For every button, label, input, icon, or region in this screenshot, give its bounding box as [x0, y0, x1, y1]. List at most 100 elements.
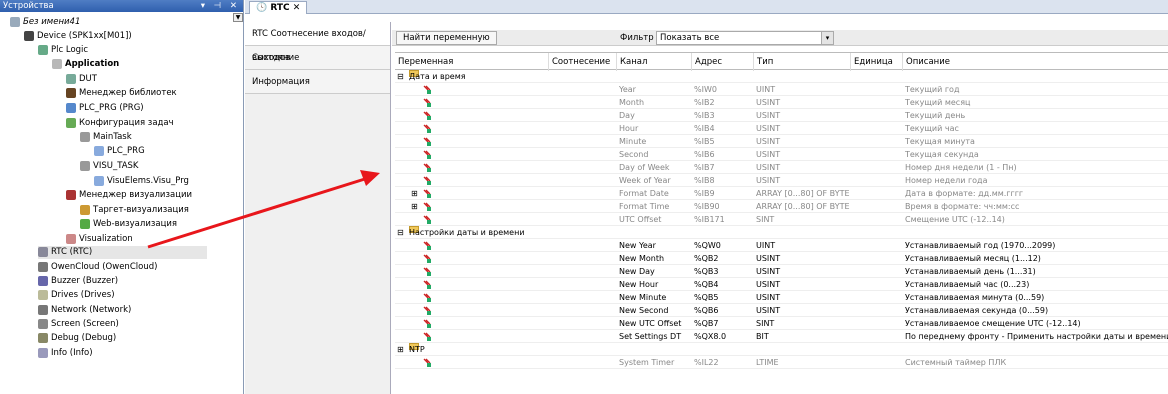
type-cell: USINT	[756, 111, 781, 120]
col-channel[interactable]: Канал	[616, 53, 691, 71]
tree-item-3[interactable]: Application	[52, 58, 119, 71]
table-row[interactable]: Week of Year %IB8 USINT Номер недели года	[395, 174, 1168, 187]
tree-item-label: VisuElems.Visu_Prg	[107, 176, 189, 186]
channel-cell: New Second	[619, 306, 669, 315]
channel-cell: System Timer	[619, 358, 675, 367]
table-row[interactable]: ⊞ Format Time %IB90 ARRAY [0...80] OF BYTE В…	[395, 200, 1168, 213]
expand-icon[interactable]: ⊞	[411, 200, 418, 213]
table-row[interactable]: System Timer %IL22 LTIME Системный таймер П…	[395, 356, 1168, 369]
table-row[interactable]: New Month %QB2 USINT Устанавливаемый месяц …	[395, 252, 1168, 265]
variable-icon	[423, 265, 432, 278]
col-type[interactable]: Тип	[753, 53, 850, 71]
panel-controls[interactable]: ▾ ⊣ ✕	[201, 0, 240, 12]
tree-item-20[interactable]: Network (Network)	[38, 304, 131, 317]
channel-cell: New UTC Offset	[619, 319, 682, 328]
table-row[interactable]: Set Settings DT %QX8.0 BIT По переднему фро…	[395, 330, 1168, 343]
chevron-down-icon[interactable]: ▾	[821, 32, 833, 44]
tree-item-9[interactable]: PLC_PRG	[94, 145, 145, 158]
type-cell: USINT	[756, 150, 781, 159]
table-row[interactable]: Month %IB2 USINT Текущий месяц	[395, 96, 1168, 109]
table-row[interactable]: Day of Week %IB7 USINT Номер дня недели (1 …	[395, 161, 1168, 174]
table-row[interactable]: Minute %IB5 USINT Текущая минута	[395, 135, 1168, 148]
editor-side-tabs: RTC Соотнесение входов/выходов Состояние…	[245, 22, 391, 394]
table-row[interactable]: Second %IB6 USINT Текущая секунда	[395, 148, 1168, 161]
table-row[interactable]: Hour %IB4 USINT Текущий час	[395, 122, 1168, 135]
tree-item-0[interactable]: Без имени41	[10, 16, 80, 29]
group-row[interactable]: ⊟ Настройки даты и времени	[395, 226, 1168, 239]
tree-item-4[interactable]: DUT	[66, 73, 97, 86]
tree-item-18[interactable]: Buzzer (Buzzer)	[38, 275, 118, 288]
col-description[interactable]: Описание	[902, 53, 1168, 71]
tree-dropdown-button[interactable]: ▼	[233, 13, 243, 22]
address-cell: %IB6	[694, 150, 715, 159]
tree-item-22[interactable]: Debug (Debug)	[38, 332, 116, 345]
clock-icon: 🕓	[256, 3, 268, 13]
tree-item-16[interactable]: RTC (RTC)	[38, 246, 207, 259]
tree-item-13[interactable]: Таргет-визуализация	[80, 204, 189, 217]
variable-icon	[423, 96, 432, 109]
tree-item-15[interactable]: Visualization	[66, 233, 133, 246]
tree-item-6[interactable]: PLC_PRG (PRG)	[66, 102, 144, 115]
tree-item-23[interactable]: Info (Info)	[38, 347, 93, 360]
collapse-icon[interactable]: ⊟	[397, 70, 404, 83]
filter-select[interactable]: Показать все ▾	[656, 31, 834, 45]
tree-item-2[interactable]: Plc Logic	[38, 44, 88, 57]
variable-icon	[423, 187, 432, 200]
tree-item-21[interactable]: Screen (Screen)	[38, 318, 119, 331]
table-row[interactable]: New UTC Offset %QB7 SINT Устанавливаемое см…	[395, 317, 1168, 330]
io-mapping-table: Переменная Соотнесение Канал Адрес Тип Е…	[395, 52, 1168, 369]
tree-item-label: Network (Network)	[51, 305, 132, 315]
table-row[interactable]: New Second %QB6 USINT Устанавливаемая секун…	[395, 304, 1168, 317]
tree-item-1[interactable]: Device (SPK1xx[M01])	[24, 30, 132, 43]
tree-item-11[interactable]: VisuElems.Visu_Prg	[94, 175, 189, 188]
tree-item-label: Web-визуализация	[93, 219, 177, 229]
channel-cell: New Day	[619, 267, 655, 276]
col-variable[interactable]: Переменная	[395, 53, 548, 71]
tree-item-19[interactable]: Drives (Drives)	[38, 289, 115, 302]
group-row[interactable]: ⊟ Дата и время	[395, 70, 1168, 83]
tab-information[interactable]: Информация	[245, 70, 390, 94]
col-mapping[interactable]: Соотнесение	[548, 53, 616, 71]
tree-item-5[interactable]: Менеджер библиотек	[66, 87, 177, 100]
table-row[interactable]: ⊞ Format Date %IB9 ARRAY [0...80] OF BYTE Да…	[395, 187, 1168, 200]
description-cell: Устанавливаемая секунда (0...59)	[905, 306, 1049, 315]
group-row[interactable]: ⊞ NTP	[395, 343, 1168, 356]
col-address[interactable]: Адрес	[691, 53, 753, 71]
table-row[interactable]: UTC Offset %IB171 SINT Смещение UTC (-12..1…	[395, 213, 1168, 226]
tree-item-label: RTC (RTC)	[51, 247, 93, 257]
table-row[interactable]: Year %IW0 UINT Текущий год	[395, 83, 1168, 96]
channel-cell: New Month	[619, 254, 665, 263]
tree-item-label: Info (Info)	[51, 348, 93, 358]
tab-status[interactable]: Состояние	[245, 46, 390, 70]
tab-rtc[interactable]: 🕓 RTC ✕	[249, 1, 308, 14]
variable-icon	[423, 161, 432, 174]
variable-icon	[423, 213, 432, 226]
table-row[interactable]: Day %IB3 USINT Текущий день	[395, 109, 1168, 122]
table-row[interactable]: New Minute %QB5 USINT Устанавливаемая минут…	[395, 291, 1168, 304]
variable-icon	[423, 356, 432, 369]
tree-item-10[interactable]: VISU_TASK	[80, 160, 139, 173]
table-row[interactable]: New Year %QW0 UINT Устанавливаемый год (197…	[395, 239, 1168, 252]
tree-item-17[interactable]: OwenCloud (OwenCloud)	[38, 261, 157, 274]
col-unit[interactable]: Единица	[850, 53, 902, 71]
find-variable-button[interactable]: Найти переменную	[396, 31, 497, 45]
variable-icon	[423, 239, 432, 252]
close-icon[interactable]: ✕	[293, 3, 301, 13]
table-body: ⊟ Дата и время Year %IW0 UINT Текущий год Mont…	[395, 70, 1168, 369]
table-row[interactable]: New Hour %QB4 USINT Устанавливаемый час (0.…	[395, 278, 1168, 291]
tree-item-12[interactable]: Менеджер визуализации	[66, 189, 192, 202]
task-icon	[80, 160, 90, 171]
cloud-icon	[38, 261, 48, 272]
tree-item-7[interactable]: Конфигурация задач	[66, 117, 174, 130]
collapse-icon[interactable]: ⊟	[397, 226, 404, 239]
tree-item-8[interactable]: MainTask	[80, 131, 132, 144]
tree-item-14[interactable]: Web-визуализация	[80, 218, 177, 231]
table-row[interactable]: New Day %QB3 USINT Устанавливаемый день (1.…	[395, 265, 1168, 278]
expand-icon[interactable]: ⊞	[397, 343, 404, 356]
description-cell: Номер дня недели (1 - Пн)	[905, 163, 1017, 172]
tab-io-mapping[interactable]: RTC Соотнесение входов/выходов	[245, 22, 390, 63]
mapping-toolbar: Найти переменную Фильтр Показать все ▾	[392, 30, 1168, 46]
type-cell: USINT	[756, 137, 781, 146]
expand-icon[interactable]: ⊞	[411, 187, 418, 200]
device-tree[interactable]: Без имени41 Device (SPK1xx[M01]) Plc Logic…	[0, 12, 243, 358]
